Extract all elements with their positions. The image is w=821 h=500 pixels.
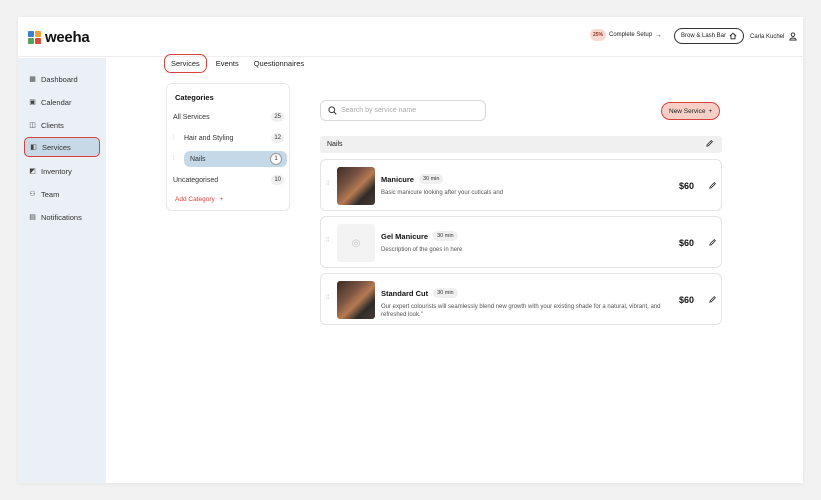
sidebar-item-notifications[interactable]: ▤ Notifications [24, 208, 100, 226]
service-title-row: Gel Manicure 30 min [381, 231, 458, 241]
category-name: Hair and Styling [184, 134, 234, 142]
tab-questionnaires[interactable]: Questionnaires [254, 56, 310, 71]
service-name: Standard Cut [381, 288, 429, 298]
business-selector-button[interactable]: Brow & Lash Bar [674, 28, 745, 44]
tab-services[interactable]: Services [164, 54, 207, 73]
new-service-label: New Service [669, 107, 706, 115]
arrow-right-icon: → [655, 31, 663, 39]
category-item-hair-and-styling[interactable]: ⁞ Hair and Styling 12 [173, 130, 284, 146]
category-name: All Services [173, 113, 210, 121]
edit-icon[interactable] [708, 238, 717, 247]
service-card[interactable]: ⁞⁞ ◎ Gel Manicure 30 min Description of … [320, 216, 722, 268]
setup-percent-badge: 25% [590, 29, 607, 41]
user-name: Carla Kuchel [750, 33, 785, 40]
sidebar-item-label: Dashboard [41, 74, 78, 84]
service-price: $60 [679, 181, 695, 191]
sidebar-item-label: Calendar [41, 97, 72, 107]
user-menu[interactable]: Carla Kuchel [750, 32, 798, 41]
service-description: Basic manicure looking after your cutica… [381, 190, 504, 196]
sidebar-item-services[interactable]: ◧ Services [24, 137, 100, 157]
service-description: Our expert colourists will seamlessly bl… [381, 304, 661, 319]
edit-icon[interactable] [708, 295, 717, 304]
search-placeholder: Search by service name [341, 107, 417, 114]
home-icon [729, 32, 737, 40]
category-selected-pill: Nails 1 [184, 151, 287, 167]
category-item-uncategorised[interactable]: Uncategorised 10 [173, 172, 284, 188]
service-name: Manicure [381, 174, 414, 184]
category-item-nails[interactable]: ⁞ Nails 1 [173, 151, 287, 167]
service-price: $60 [679, 238, 695, 248]
clients-icon: ◫ [29, 122, 36, 129]
duration-badge: 30 min [433, 231, 458, 241]
plus-icon: + [219, 196, 224, 203]
service-title-row: Manicure 30 min [381, 174, 444, 184]
tab-events[interactable]: Events [216, 56, 245, 71]
category-count-badge: 1 [270, 153, 282, 165]
image-placeholder-icon: ◎ [337, 224, 375, 262]
drag-handle-icon[interactable]: ⁞ [173, 156, 181, 162]
plus-icon: + [708, 107, 713, 115]
setup-label: Complete Setup [609, 32, 653, 38]
edit-icon[interactable] [705, 139, 714, 148]
top-bar: weeha 25% Complete Setup → Brow & Lash B… [18, 17, 803, 57]
add-category-link[interactable]: Add Category + [175, 196, 223, 203]
category-count-badge: 12 [271, 133, 284, 143]
logo[interactable]: weeha [28, 29, 90, 46]
notifications-icon: ▤ [29, 214, 36, 221]
sidebar-item-label: Team [41, 189, 60, 199]
categories-panel: Categories All Services 25 ⁞ Hair and St… [166, 83, 290, 211]
service-card[interactable]: ⁞⁞ Standard Cut 30 min Our expert colour… [320, 273, 722, 325]
category-name: Uncategorised [173, 176, 219, 184]
drag-handle-icon[interactable]: ⁞⁞ [326, 238, 329, 244]
logo-text: weeha [45, 29, 90, 46]
services-icon: ◧ [30, 144, 37, 151]
inventory-icon: ◩ [29, 168, 36, 175]
service-tabs: Services Events Questionnaires [164, 54, 319, 73]
user-icon [789, 32, 798, 41]
drag-handle-icon[interactable]: ⁞⁞ [326, 295, 329, 301]
drag-handle-icon[interactable]: ⁞⁞ [326, 181, 329, 187]
search-icon [328, 106, 337, 115]
category-item-all-services[interactable]: All Services 25 [173, 109, 284, 125]
sidebar-item-inventory[interactable]: ◩ Inventory [24, 162, 100, 180]
service-thumbnail [337, 281, 375, 319]
category-count-badge: 10 [271, 175, 284, 185]
duration-badge: 30 min [418, 174, 444, 184]
dashboard-icon: ▦ [29, 76, 36, 83]
business-name: Brow & Lash Bar [681, 33, 727, 39]
sidebar-item-label: Notifications [41, 212, 82, 222]
service-price: $60 [679, 295, 695, 305]
service-title-row: Standard Cut 30 min [381, 288, 458, 298]
search-input[interactable]: Search by service name [320, 100, 486, 121]
sidebar-item-label: Inventory [41, 166, 72, 176]
category-count-badge: 25 [271, 112, 284, 122]
sidebar-item-label: Clients [41, 120, 64, 130]
service-name: Gel Manicure [381, 231, 429, 241]
drag-handle-icon[interactable]: ⁞ [173, 135, 181, 141]
team-icon: ⚇ [29, 191, 36, 198]
edit-icon[interactable] [708, 181, 717, 190]
add-category-label: Add Category [175, 196, 215, 203]
sidebar-item-team[interactable]: ⚇ Team [24, 185, 100, 203]
group-name: Nails [327, 141, 343, 148]
sidebar-item-clients[interactable]: ◫ Clients [24, 116, 100, 134]
app-window: weeha 25% Complete Setup → Brow & Lash B… [18, 17, 803, 483]
calendar-icon: ▣ [29, 99, 36, 106]
service-card[interactable]: ⁞⁞ Manicure 30 min Basic manicure lookin… [320, 159, 722, 211]
service-group-header: Nails [320, 136, 722, 153]
duration-badge: 30 min [433, 288, 458, 298]
complete-setup-link[interactable]: 25% Complete Setup → [590, 29, 662, 41]
sidebar-item-dashboard[interactable]: ▦ Dashboard [24, 70, 100, 88]
service-description: Description of the goes in here [381, 247, 463, 253]
sidebar-item-calendar[interactable]: ▣ Calendar [24, 93, 100, 111]
category-name: Nails [190, 155, 206, 163]
logo-mark-icon [28, 31, 41, 44]
sidebar: ▦ Dashboard ▣ Calendar ◫ Clients ◧ Servi… [18, 58, 106, 483]
categories-title: Categories [175, 93, 214, 102]
sidebar-item-label: Services [42, 142, 71, 152]
service-thumbnail [337, 167, 375, 205]
new-service-button[interactable]: New Service + [661, 102, 721, 120]
